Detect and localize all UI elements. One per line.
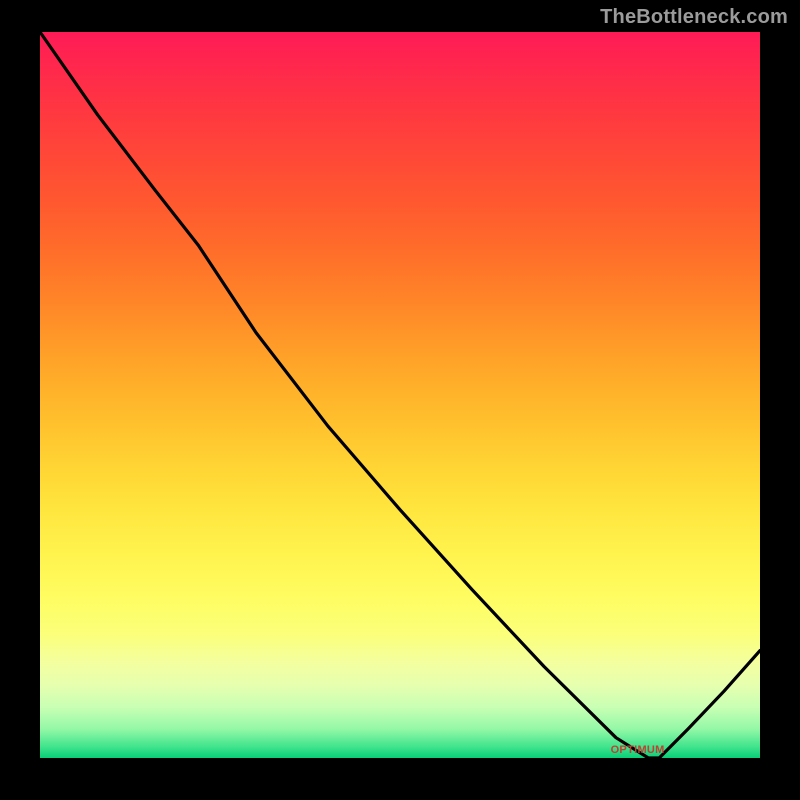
optimal-marker-label: OPTIMUM: [611, 744, 665, 756]
attribution-label: TheBottleneck.com: [600, 6, 788, 29]
bottleneck-curve: [40, 32, 760, 758]
chart-frame: TheBottleneck.com OPTIMUM: [0, 0, 800, 800]
plot-area: OPTIMUM: [40, 32, 760, 758]
